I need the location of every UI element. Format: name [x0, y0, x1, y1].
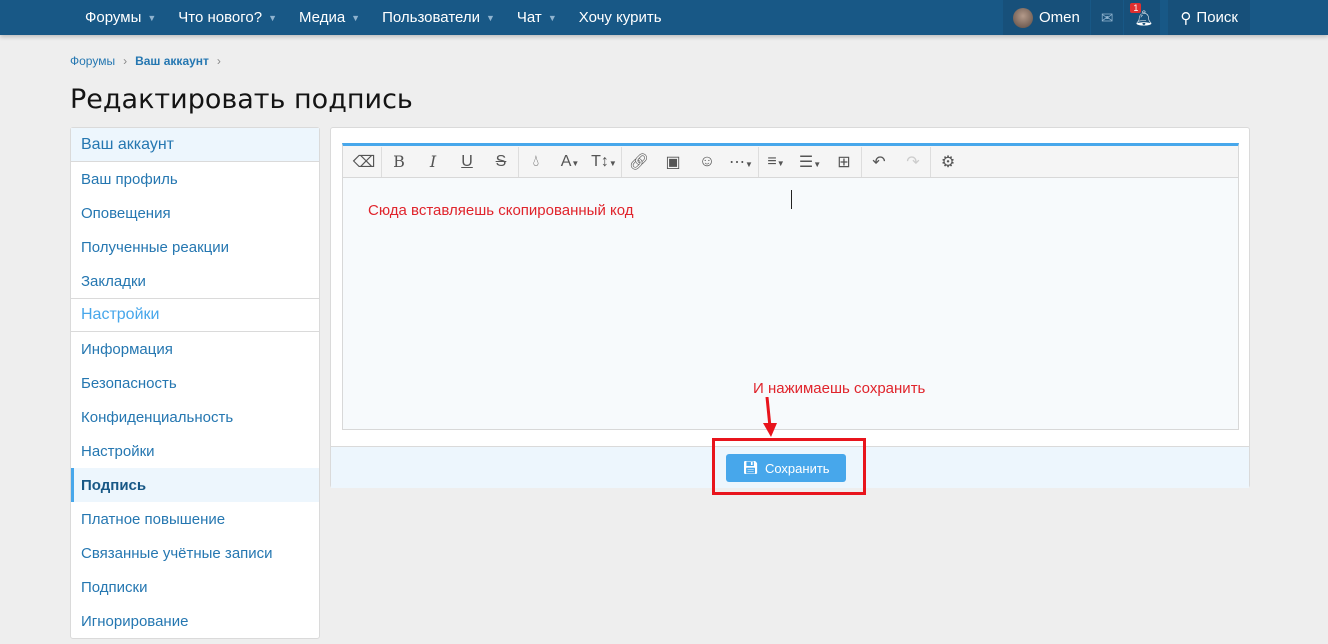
nav-media[interactable]: Медиа ▼ — [288, 0, 371, 35]
nav-forums[interactable]: Форумы ▼ — [74, 0, 167, 35]
image-icon[interactable]: ▣ — [656, 152, 690, 172]
list-icon[interactable]: ☰▼ — [793, 152, 827, 172]
annotation-highlight-box — [712, 438, 866, 495]
text-cursor — [791, 190, 792, 209]
nav-label: Чат — [516, 9, 542, 26]
caret-down-icon[interactable]: ▼ — [351, 13, 360, 23]
nav-label: Что нового? — [178, 9, 263, 26]
alert-badge: 1 — [1130, 3, 1142, 13]
sidebar-heading-settings[interactable]: Настройки — [71, 298, 319, 332]
table-icon[interactable]: ⊞ — [827, 152, 861, 172]
search-icon: ⚲ — [1180, 9, 1192, 27]
caret-down-icon[interactable]: ▼ — [486, 13, 495, 23]
nav-label: Пользователи — [382, 9, 480, 26]
eraser-icon[interactable]: ⌫ — [347, 152, 381, 172]
account-sidebar: Ваш аккаунт Ваш профиль Оповещения Получ… — [70, 127, 320, 639]
breadcrumb-account[interactable]: Ваш аккаунт — [135, 54, 209, 68]
search-label: Поиск — [1196, 9, 1238, 26]
nav-whats-new[interactable]: Что нового? ▼ — [167, 0, 288, 35]
sidebar-item-following[interactable]: Подписки — [71, 570, 319, 604]
breadcrumb-forums[interactable]: Форумы — [70, 54, 115, 68]
inbox-button[interactable]: ✉ — [1090, 0, 1124, 35]
sidebar-item-signature[interactable]: Подпись — [71, 468, 319, 502]
nav-chat[interactable]: Чат ▼ — [506, 0, 568, 35]
redo-icon[interactable]: ↷ — [896, 152, 930, 172]
color-drop-icon[interactable]: 💧︎ — [519, 153, 553, 171]
nav-label: Форумы — [85, 9, 142, 26]
editor-toolbar: ⌫ B I U S 💧︎ A▼ T↕▼ 🔗︎ ▣ ☺ ⋯▼ ≡▼ ☰▼ ⊞ ↶ … — [343, 146, 1238, 178]
avatar — [1012, 7, 1033, 28]
nav-smoke[interactable]: Хочу курить — [568, 0, 673, 35]
underline-icon[interactable]: U — [450, 153, 484, 171]
sidebar-item-reactions[interactable]: Полученные реакции — [71, 230, 319, 264]
sidebar-item-privacy[interactable]: Конфиденциальность — [71, 400, 319, 434]
nav-label: Хочу курить — [578, 9, 662, 26]
sidebar-item-ignoring[interactable]: Игнорирование — [71, 604, 319, 638]
nav-label: Медиа — [299, 9, 346, 26]
strikethrough-icon[interactable]: S — [484, 153, 518, 171]
sidebar-item-preferences[interactable]: Настройки — [71, 434, 319, 468]
gear-icon[interactable]: ⚙ — [931, 152, 965, 172]
undo-icon[interactable]: ↶ — [862, 152, 896, 172]
signature-form: ⌫ B I U S 💧︎ A▼ T↕▼ 🔗︎ ▣ ☺ ⋯▼ ≡▼ ☰▼ ⊞ ↶ … — [330, 127, 1250, 488]
chevron-right-icon: › — [216, 54, 221, 68]
annotation-paste-code: Сюда вставляешь скопированный код — [368, 202, 634, 219]
sidebar-item-upgrades[interactable]: Платное повышение — [71, 502, 319, 536]
more-icon[interactable]: ⋯▼ — [724, 152, 758, 172]
username: Omen — [1038, 9, 1080, 26]
breadcrumb: Форумы › Ваш аккаунт › — [70, 54, 221, 68]
caret-down-icon[interactable]: ▼ — [147, 13, 156, 23]
top-nav: Форумы ▼ Что нового? ▼ Медиа ▼ Пользователи… — [0, 0, 1328, 35]
sidebar-item-bookmarks[interactable]: Закладки — [71, 264, 319, 298]
link-icon[interactable]: 🔗︎ — [622, 152, 656, 172]
smiley-icon[interactable]: ☺ — [690, 153, 724, 171]
italic-icon[interactable]: I — [416, 152, 450, 171]
annotation-arrow — [763, 397, 777, 437]
user-menu[interactable]: Omen — [1002, 0, 1090, 35]
sidebar-item-alerts[interactable]: Оповещения — [71, 196, 319, 230]
sidebar-item-security[interactable]: Безопасность — [71, 366, 319, 400]
caret-down-icon[interactable]: ▼ — [268, 13, 277, 23]
alerts-button[interactable]: 1 🔔︎ — [1124, 0, 1161, 35]
annotation-press-save: И нажимаешь сохранить — [753, 380, 926, 397]
page-title: Редактировать подпись — [70, 84, 413, 115]
chevron-right-icon: › — [123, 54, 128, 68]
sidebar-item-profile[interactable]: Ваш профиль — [71, 162, 319, 196]
search-button[interactable]: ⚲ Поиск — [1168, 0, 1250, 35]
nav-members[interactable]: Пользователи ▼ — [371, 0, 506, 35]
sidebar-item-connected-accounts[interactable]: Связанные учётные записи — [71, 536, 319, 570]
font-size-icon[interactable]: T↕▼ — [587, 153, 621, 171]
sidebar-heading-account[interactable]: Ваш аккаунт — [71, 128, 319, 162]
bold-icon[interactable]: B — [382, 152, 416, 171]
align-icon[interactable]: ≡▼ — [759, 153, 793, 171]
sidebar-item-details[interactable]: Информация — [71, 332, 319, 366]
font-family-icon[interactable]: A▼ — [553, 153, 587, 171]
caret-down-icon[interactable]: ▼ — [548, 13, 557, 23]
envelope-icon: ✉ — [1100, 9, 1114, 27]
